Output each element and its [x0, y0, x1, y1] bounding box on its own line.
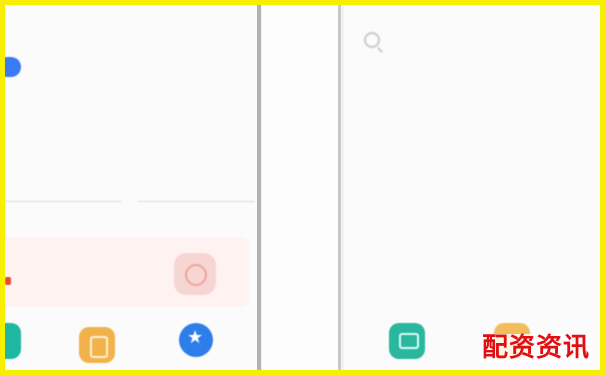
panel-divider-1: [257, 5, 261, 370]
orange-app-icon[interactable]: [79, 327, 115, 363]
promo-app-icon[interactable]: [174, 253, 216, 295]
teal-app-icon[interactable]: [5, 323, 21, 359]
teal-app-icon[interactable]: [389, 323, 425, 359]
panel-divider-2: [338, 5, 341, 370]
blue-star-icon[interactable]: [179, 323, 213, 357]
middle-blank-panel: [262, 5, 341, 370]
search-icon: [364, 32, 380, 48]
promo-card[interactable]: [5, 237, 249, 307]
watermark-label: 配资资讯: [479, 333, 592, 363]
promo-accent-dot: [5, 277, 11, 285]
section-divider: [5, 201, 255, 202]
left-screen-panel: [5, 5, 257, 370]
divider-line-right: [138, 201, 255, 202]
primary-pill-button[interactable]: [5, 57, 21, 77]
right-screen-panel: [344, 5, 600, 370]
divider-line-left: [5, 201, 122, 202]
screenshot-frame: 配资资讯: [0, 0, 605, 375]
search-bar[interactable]: [364, 29, 594, 51]
